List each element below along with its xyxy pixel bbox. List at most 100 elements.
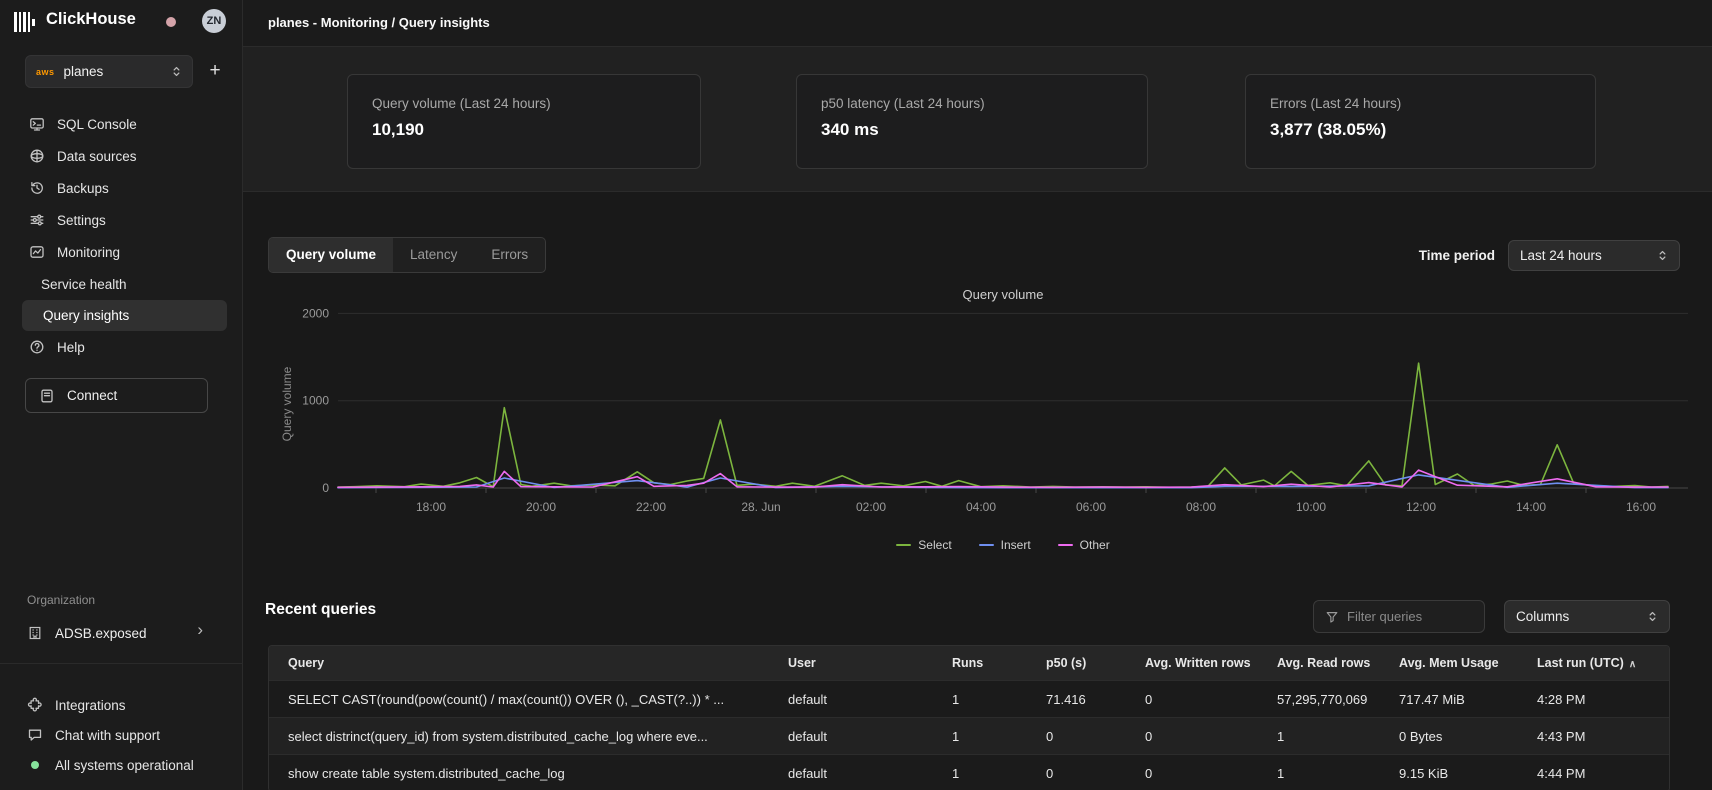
filter-queries-box[interactable] (1313, 600, 1485, 633)
sidebar-item-label: Query insights (43, 308, 129, 323)
svg-text:16:00: 16:00 (1626, 500, 1656, 514)
column-header-avg-mem-usage[interactable]: Avg. Mem Usage (1399, 656, 1537, 670)
add-service-button[interactable]: + (202, 58, 228, 84)
column-header-user[interactable]: User (788, 656, 952, 670)
clickhouse-dashboard: { "header": { "breadcrumb": "planes - Mo… (0, 0, 1712, 790)
connect-icon (39, 388, 55, 404)
table-cell: 4:43 PM (1537, 729, 1669, 744)
sidebar-footer-integrations[interactable]: Integrations (0, 690, 243, 720)
connect-label: Connect (67, 388, 117, 403)
stats-band: Query volume (Last 24 hours)10,190 p50 la… (243, 47, 1712, 192)
column-header-label: Avg. Mem Usage (1399, 656, 1499, 670)
sidebar-item-query-insights[interactable]: Query insights (22, 300, 227, 331)
sidebar-footer-label: All systems operational (55, 758, 194, 773)
filter-queries-input[interactable] (1347, 609, 1473, 624)
workspace-name: planes (64, 64, 162, 79)
sidebar-item-label: SQL Console (57, 117, 137, 132)
stat-label: Errors (Last 24 hours) (1270, 96, 1571, 111)
table-cell: default (788, 692, 952, 707)
aws-icon: aws (36, 67, 55, 77)
tab-errors[interactable]: Errors (474, 238, 545, 272)
sidebar-item-settings[interactable]: Settings (0, 204, 243, 236)
time-period-select[interactable]: Last 24 hours (1508, 240, 1680, 271)
query-cell: show create table system.distributed_cac… (269, 766, 788, 781)
svg-text:08:00: 08:00 (1186, 500, 1216, 514)
sidebar-item-monitoring[interactable]: Monitoring (0, 236, 243, 268)
organization-item[interactable]: ADSB.exposed › (0, 618, 243, 648)
tab-query-volume[interactable]: Query volume (269, 238, 393, 272)
svg-text:28. Jun: 28. Jun (741, 500, 780, 514)
sidebar-footer-label: Integrations (55, 698, 126, 713)
columns-label: Columns (1516, 609, 1569, 624)
legend-label: Select (918, 538, 951, 552)
column-header-last-run-utc-[interactable]: Last run (UTC)∧ (1537, 656, 1669, 670)
sidebar-item-service-health[interactable]: Service health (0, 268, 243, 300)
svg-text:20:00: 20:00 (526, 500, 556, 514)
column-header-label: Avg. Read rows (1277, 656, 1370, 670)
organization-section-label: Organization (27, 593, 95, 607)
stat-value: 10,190 (372, 120, 676, 140)
query-cell: select distrinct(query_id) from system.d… (269, 729, 788, 744)
svg-text:14:00: 14:00 (1516, 500, 1546, 514)
column-header-runs[interactable]: Runs (952, 656, 1046, 670)
svg-text:22:00: 22:00 (636, 500, 666, 514)
notification-dot-icon[interactable] (166, 17, 176, 27)
legend-item-insert[interactable]: Insert (979, 538, 1031, 552)
stat-card: Query volume (Last 24 hours)10,190 (347, 74, 701, 169)
column-header-p50-s-[interactable]: p50 (s) (1046, 656, 1145, 670)
columns-dropdown-wrap: Columns (1504, 600, 1670, 633)
avatar[interactable]: ZN (202, 9, 226, 33)
table-cell: 4:28 PM (1537, 692, 1669, 707)
connect-button[interactable]: Connect (25, 378, 208, 413)
recent-queries-title: Recent queries (265, 601, 376, 619)
table-row[interactable]: show create table system.distributed_cac… (269, 754, 1669, 790)
column-header-label: p50 (s) (1046, 656, 1086, 670)
column-header-label: Runs (952, 656, 983, 670)
svg-text:2000: 2000 (302, 306, 329, 320)
stat-card: Errors (Last 24 hours)3,877 (38.05%) (1245, 74, 1596, 169)
columns-select[interactable]: Columns (1504, 600, 1670, 633)
sidebar-item-sql-console[interactable]: SQL Console (0, 108, 243, 140)
chart-legend: Select Insert Other (338, 538, 1668, 552)
svg-text:12:00: 12:00 (1406, 500, 1436, 514)
terminal-icon (29, 116, 45, 132)
sidebar-item-backups[interactable]: Backups (0, 172, 243, 204)
sidebar-item-label: Monitoring (57, 245, 120, 260)
sidebar-footer-chat-with-support[interactable]: Chat with support (0, 720, 243, 750)
legend-item-select[interactable]: Select (896, 538, 951, 552)
table-cell: default (788, 766, 952, 781)
chat-icon (27, 727, 43, 743)
tab-latency[interactable]: Latency (393, 238, 474, 272)
monitoring-icon (29, 244, 45, 260)
svg-text:02:00: 02:00 (856, 500, 886, 514)
workspace-select[interactable]: aws planes (25, 55, 193, 88)
time-period-value: Last 24 hours (1520, 248, 1602, 263)
table-cell: 1 (1277, 766, 1399, 781)
main-content: planes - Monitoring / Query insights Que… (243, 0, 1712, 790)
integrations-icon (27, 697, 43, 713)
column-header-query[interactable]: Query (269, 656, 788, 670)
recent-queries-table: Query UserRuns p50 (s) Avg. Written rows Avg… (268, 645, 1670, 790)
column-header-avg-read-rows[interactable]: Avg. Read rows (1277, 656, 1399, 670)
svg-text:Query volume: Query volume (280, 366, 294, 441)
sidebar-item-help[interactable]: Help (0, 331, 243, 363)
sidebar-item-label: Settings (57, 213, 106, 228)
sidebar-item-data-sources[interactable]: Data sources (0, 140, 243, 172)
sidebar-footer-all-systems-operational[interactable]: All systems operational (0, 750, 243, 780)
table-cell: 717.47 MiB (1399, 692, 1537, 707)
legend-item-other[interactable]: Other (1058, 538, 1110, 552)
legend-label: Other (1080, 538, 1110, 552)
table-cell: 1 (952, 692, 1046, 707)
stat-label: p50 latency (Last 24 hours) (821, 96, 1123, 111)
query-volume-chart: 010002000Query volume18:0020:0022:0028. … (243, 278, 1712, 546)
brand-name: ClickHouse (46, 10, 136, 29)
sidebar-item-label: Backups (57, 181, 109, 196)
column-header-avg-written-rows[interactable]: Avg. Written rows (1145, 656, 1277, 670)
organization-name: ADSB.exposed (55, 626, 147, 641)
table-cell: default (788, 729, 952, 744)
table-row[interactable]: SELECT CAST(round(pow(count() / max(coun… (269, 680, 1669, 717)
column-header-label: Query (288, 656, 324, 670)
column-header-label: Avg. Written rows (1145, 656, 1251, 670)
table-row[interactable]: select distrinct(query_id) from system.d… (269, 717, 1669, 754)
settings-icon (29, 212, 45, 228)
